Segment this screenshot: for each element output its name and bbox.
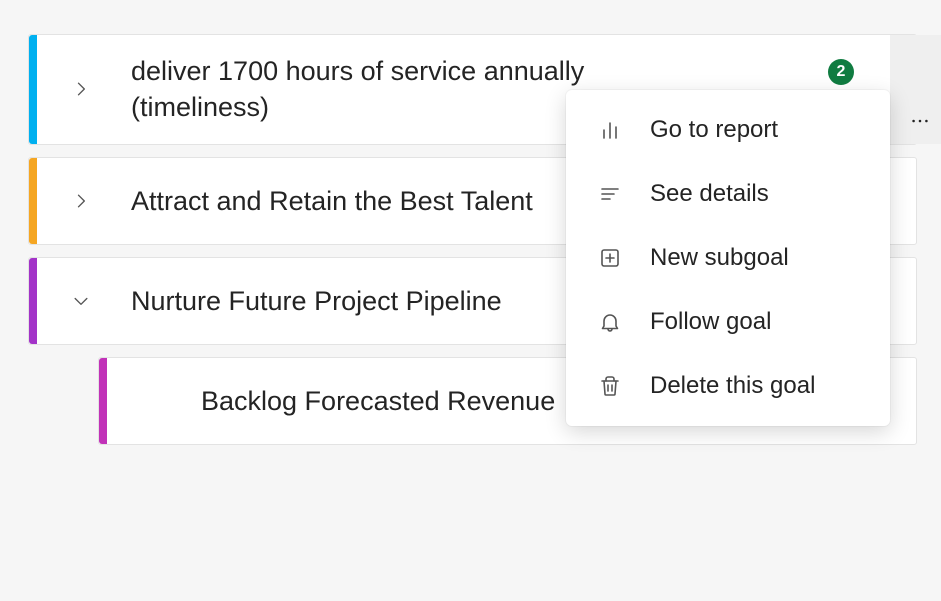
menu-label: See details — [650, 180, 769, 208]
chevron-down-icon — [71, 291, 91, 311]
list-icon — [596, 180, 624, 208]
trash-icon — [596, 372, 624, 400]
chevron-right-icon — [71, 79, 91, 99]
bar-chart-icon — [596, 116, 624, 144]
menu-delete-goal[interactable]: Delete this goal — [566, 354, 890, 418]
bell-icon — [596, 308, 624, 336]
menu-label: Follow goal — [650, 308, 771, 336]
more-options-button[interactable] — [890, 35, 941, 144]
menu-label: Go to report — [650, 116, 778, 144]
status-color-bar — [29, 35, 37, 144]
expand-toggle[interactable] — [67, 75, 95, 103]
status-color-bar — [29, 158, 37, 244]
menu-new-subgoal[interactable]: New subgoal — [566, 226, 890, 290]
more-icon — [909, 110, 931, 132]
status-color-bar — [29, 258, 37, 344]
menu-see-details[interactable]: See details — [566, 162, 890, 226]
count-badge: 2 — [828, 59, 854, 85]
expand-toggle[interactable] — [67, 187, 95, 215]
goal-context-menu: Go to report See details New subgoal — [566, 90, 890, 426]
plus-square-icon — [596, 244, 624, 272]
status-color-bar — [99, 358, 107, 444]
chevron-right-icon — [71, 191, 91, 211]
menu-label: New subgoal — [650, 244, 789, 272]
menu-label: Delete this goal — [650, 372, 815, 400]
expand-toggle[interactable] — [67, 287, 95, 315]
menu-follow-goal[interactable]: Follow goal — [566, 290, 890, 354]
menu-go-to-report[interactable]: Go to report — [566, 98, 890, 162]
